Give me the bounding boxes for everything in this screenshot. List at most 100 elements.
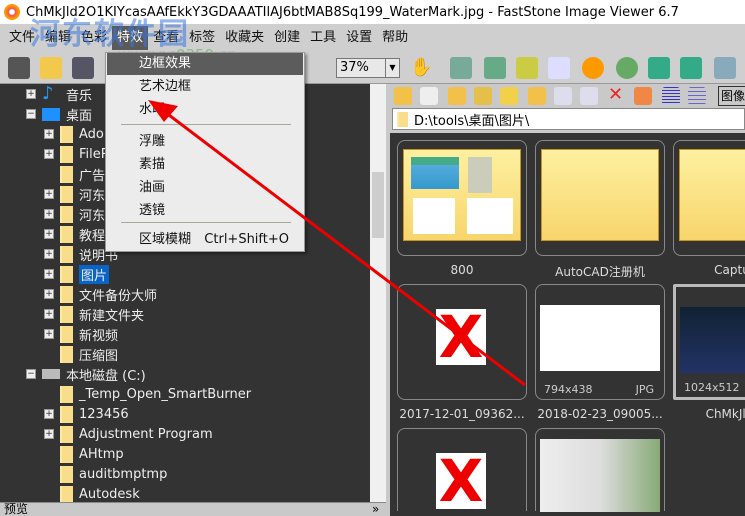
move-to-icon[interactable] (580, 87, 598, 105)
effects-menu-item[interactable]: 艺术边框 (107, 76, 303, 98)
expand-toggle-icon[interactable]: − (26, 369, 36, 379)
tree-item[interactable]: + 新视频 (44, 324, 118, 344)
preview-bar[interactable]: 预览 » (0, 502, 386, 516)
tree-item[interactable]: auditbmptmp (44, 464, 167, 484)
thumbnail-card[interactable] (673, 140, 745, 256)
crop-icon[interactable] (516, 57, 538, 79)
refresh-icon[interactable] (474, 87, 492, 105)
rotate-right-icon[interactable] (680, 57, 702, 79)
folder-icon (397, 111, 408, 127)
folder-icon (60, 185, 73, 203)
tree-item[interactable]: + 图片 (44, 264, 110, 284)
open-folder-icon[interactable] (40, 57, 62, 79)
view-select[interactable]: 图像 (718, 86, 745, 106)
tree-item[interactable]: + 河东 (44, 184, 105, 204)
tree-item[interactable]: + 新建文件夹 (44, 304, 144, 324)
thumbnail-card[interactable]: X (397, 428, 527, 511)
expand-toggle-icon[interactable]: + (44, 289, 54, 299)
thumbnail-view-icon[interactable] (634, 87, 652, 105)
camera-icon[interactable] (8, 57, 30, 79)
tree-item[interactable]: AHtmp (44, 444, 124, 464)
save-icon[interactable] (72, 57, 94, 79)
tree-item[interactable]: 压缩图 (44, 344, 118, 364)
tree-item[interactable]: 广告 (44, 164, 105, 184)
tree-scrollbar[interactable] (370, 84, 386, 502)
menu-separator (121, 124, 291, 125)
sun-icon[interactable] (582, 57, 604, 79)
expand-toggle-icon[interactable]: + (44, 309, 54, 319)
expand-toggle-icon[interactable]: + (44, 129, 54, 139)
tree-item[interactable]: + 河东 (44, 204, 105, 224)
menu-8[interactable]: 工具 (305, 26, 341, 50)
tree-item[interactable]: +123456 (44, 404, 129, 424)
expand-toggle-icon[interactable]: + (26, 89, 36, 99)
compare-icon[interactable] (714, 57, 736, 79)
tree-item[interactable]: − 桌面 (26, 104, 92, 124)
tree-item[interactable]: + Adjustment Program (44, 424, 213, 444)
effects-menu-item[interactable]: 浮雕 (107, 131, 303, 153)
expand-toggle-icon[interactable]: + (44, 409, 54, 419)
effects-menu-item[interactable]: 油画 (107, 177, 303, 199)
resize-icon[interactable] (484, 57, 506, 79)
folder-icon (60, 285, 73, 303)
effects-menu-item[interactable]: 透镜 (107, 200, 303, 222)
thumbnail-card[interactable] (535, 428, 665, 512)
expand-toggle-icon[interactable]: + (44, 429, 54, 439)
scroll-thumb[interactable] (372, 172, 384, 238)
tree-item[interactable]: _Temp_Open_SmartBurner (44, 384, 251, 404)
expand-toggle-icon[interactable]: + (44, 189, 54, 199)
expand-toggle-icon[interactable]: + (44, 149, 54, 159)
tree-item[interactable]: + 教程 (44, 224, 105, 244)
expand-toggle-icon[interactable]: + (44, 209, 54, 219)
forward-icon[interactable] (420, 87, 438, 105)
folder-icon (60, 325, 73, 343)
list-view-icon[interactable] (662, 87, 680, 105)
expand-toggle-icon[interactable]: + (44, 249, 54, 259)
thumbnail-card[interactable]: 1024x512 (673, 284, 745, 400)
effects-menu-item[interactable]: 区域模糊 Ctrl+Shift+O (107, 229, 303, 251)
address-bar[interactable]: D:\tools\桌面\图片\ (392, 108, 745, 130)
effects-menu-item[interactable]: 素描 (107, 154, 303, 176)
thumbnail-card[interactable] (397, 140, 527, 256)
collapse-icon[interactable]: » (372, 503, 379, 515)
back-icon[interactable] (394, 87, 412, 105)
up-folder-icon[interactable] (448, 87, 466, 105)
abc-icon[interactable] (548, 57, 570, 79)
image-preview (467, 198, 513, 234)
tree-item-label: 音乐 (66, 88, 93, 104)
expand-toggle-icon[interactable]: + (44, 229, 54, 239)
tree-item[interactable]: − 本地磁盘 (C:) (26, 364, 146, 384)
stamp-icon[interactable] (616, 57, 638, 79)
menu-item-label: 艺术边框 (139, 79, 192, 94)
tree-line (44, 449, 54, 459)
menu-7[interactable]: 创建 (269, 26, 305, 50)
expand-toggle-icon[interactable]: + (44, 269, 54, 279)
tree-item[interactable]: + ♪ 音乐 (26, 84, 92, 104)
expand-toggle-icon[interactable]: + (44, 329, 54, 339)
slideshow-icon[interactable] (450, 57, 472, 79)
tree-item-label: Autodesk (79, 486, 140, 502)
desktop-icon (42, 107, 60, 121)
menu-9[interactable]: 设置 (341, 26, 377, 50)
rotate-left-icon[interactable] (648, 57, 670, 79)
broken-image-icon: X (436, 452, 486, 510)
effects-menu-item[interactable]: 边框效果 (107, 53, 303, 75)
expand-toggle-icon[interactable]: − (26, 109, 36, 119)
thumbnail-card[interactable]: X (397, 284, 527, 400)
effects-menu-item[interactable]: 水印 (107, 99, 303, 121)
menu-10[interactable]: 帮助 (377, 26, 413, 50)
thumbnail-card[interactable] (535, 140, 665, 256)
menu-item-label: 边框效果 (139, 56, 192, 71)
copy-to-icon[interactable] (554, 87, 572, 105)
new-folder-icon[interactable] (528, 87, 546, 105)
hand-icon[interactable]: ✋ (410, 57, 432, 79)
tree-item[interactable]: Autodesk (44, 484, 140, 502)
thumbnail-grid: 800 AutoCAD注册机 Capture X 2017-12-01_09362...… (390, 133, 745, 516)
zoom-select[interactable]: 37% ▼ (336, 58, 400, 78)
tree-line (44, 169, 54, 179)
tree-item[interactable]: + 文件备份大师 (44, 284, 157, 304)
favorite-folder-icon[interactable] (500, 87, 518, 105)
thumbnail-card[interactable]: 794x438 JPG (535, 284, 665, 400)
details-view-icon[interactable] (688, 87, 706, 105)
delete-icon[interactable]: ✕ (608, 84, 630, 106)
